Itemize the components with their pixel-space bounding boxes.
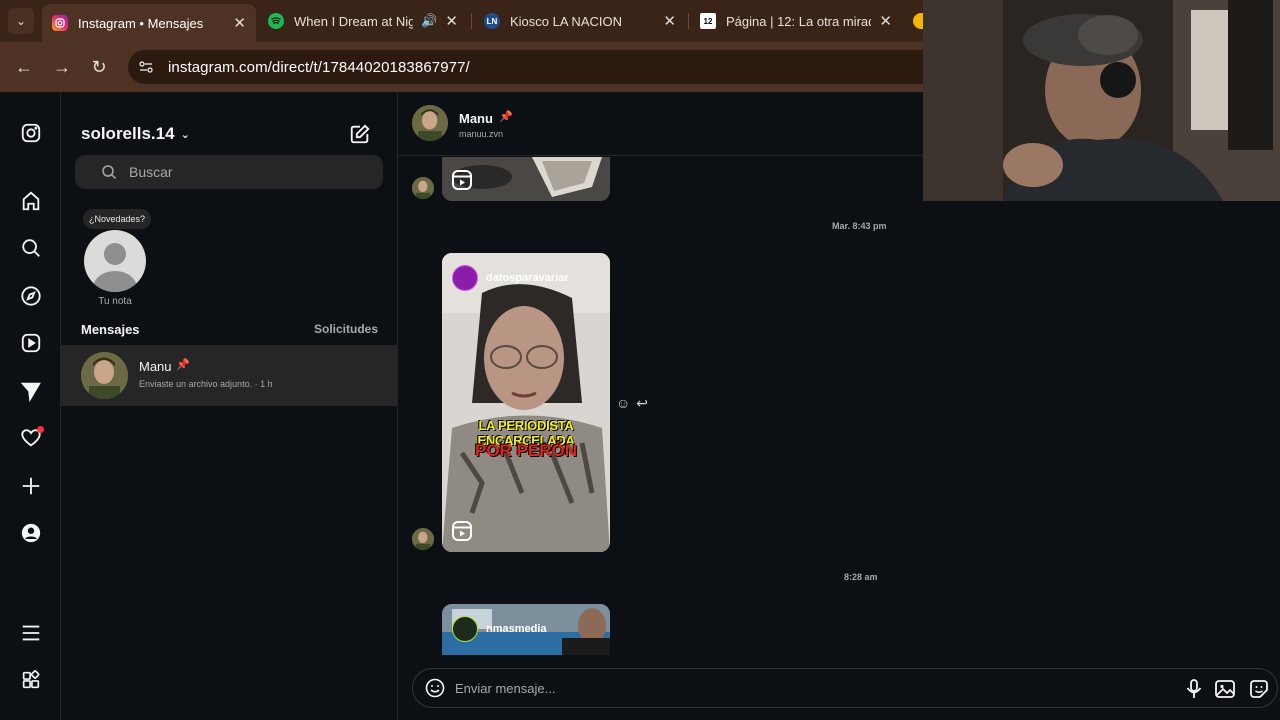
reel-account: nmasmedia [452,616,547,642]
pagina12-favicon-icon: 12 [700,13,716,29]
avatar [81,352,128,399]
reel-caption-line2: POR PERÓN [474,441,578,460]
message-timestamp: 8:28 am [844,572,878,582]
apps-grid-icon[interactable] [18,667,44,693]
microphone-icon[interactable] [1183,678,1205,700]
search-placeholder: Buscar [129,164,173,180]
conversation-item-manu[interactable]: Manu 📌 Enviaste un archivo adjunto. · 1 … [61,345,397,406]
forward-arrow-icon[interactable]: → [50,55,74,79]
close-tab-icon[interactable]: ✕ [879,12,892,30]
reel-message[interactable] [442,157,610,201]
close-tab-icon[interactable]: ✕ [663,12,676,30]
create-plus-icon[interactable] [18,473,44,499]
tab-separator [471,13,472,29]
pin-icon: 📌 [176,359,190,371]
chrome-favicon-icon[interactable] [913,13,923,29]
notifications-heart-icon[interactable] [18,425,44,451]
new-message-icon[interactable] [349,123,371,145]
tab-separator [688,13,689,29]
reload-icon[interactable]: ↻ [87,55,111,79]
your-note-avatar[interactable] [84,230,146,292]
sticker-icon[interactable] [1248,678,1270,700]
tab-title: Kiosco LA NACION [510,13,622,29]
reel-message[interactable]: nmasmedia [442,604,610,655]
close-tab-icon[interactable]: ✕ [233,14,246,32]
back-arrow-icon[interactable]: ← [12,55,36,79]
tab-pagina12[interactable]: 12 Página | 12: La otra mirad ✕ [690,6,902,36]
reel-icon [452,521,472,541]
thread-contact-handle: manuu.zvn [459,129,504,139]
message-input-placeholder: Enviar mensaje... [455,681,556,696]
message-sender-avatar[interactable] [412,528,434,550]
tab-search-button[interactable]: ⌄ [8,8,34,34]
reel-message[interactable]: datosparavariar LA PERIODISTA ENCARCELAD… [442,253,610,552]
message-timestamp: Mar. 8:43 pm [832,221,887,231]
instagram-favicon-icon [52,15,68,31]
search-input[interactable]: Buscar [75,155,383,189]
instagram-logo-icon[interactable] [18,120,44,146]
react-emoji-icon[interactable]: ☺ [616,395,630,412]
spotify-favicon-icon [268,13,284,29]
messages-section-header: Mensajes Solicitudes [81,322,378,337]
chevron-down-icon: ⌄ [180,128,190,141]
profile-avatar-icon[interactable] [18,520,44,546]
pin-icon: 📌 [499,111,513,123]
inbox-panel: solorells.14 ⌄ Buscar ¿Novedades? Tu not… [61,92,398,720]
thread-contact-name: Manu [459,111,493,126]
site-settings-icon[interactable] [138,59,154,75]
message-actions: ☺ ↩ [616,395,648,412]
tab-spotify[interactable]: When I Dream at Nig 🔊 ✕ [258,6,468,36]
search-icon[interactable] [18,235,44,261]
speaker-icon[interactable]: 🔊 [421,13,437,29]
reply-icon[interactable]: ↩ [636,395,648,412]
menu-hamburger-icon[interactable] [18,620,44,646]
nav-rail [0,92,61,720]
note-bubble[interactable]: ¿Novedades? [83,209,152,229]
search-icon [102,165,117,180]
close-tab-icon[interactable]: ✕ [445,12,458,30]
requests-link[interactable]: Solicitudes [314,322,378,337]
tab-title: Instagram • Mensajes [78,15,204,31]
tab-la-nacion[interactable]: LN Kiosco LA NACION ✕ [474,6,686,36]
emoji-icon[interactable] [425,678,445,698]
tab-title: When I Dream at Nig [294,13,414,29]
tab-title: Página | 12: La otra mirad [726,13,872,29]
messages-icon[interactable] [18,378,44,404]
account-switcher[interactable]: solorells.14 ⌄ [81,124,190,144]
reel-account-name: nmasmedia [486,623,547,635]
reel-account-avatar [452,616,478,642]
reel-account-name: datosparavariar [486,272,569,284]
tab-instagram[interactable]: Instagram • Mensajes ✕ [42,4,256,42]
ln-favicon-icon: LN [484,13,500,29]
messages-title: Mensajes [81,322,140,337]
your-note-label: Tu nota [98,296,132,307]
reel-account: datosparavariar [452,265,569,291]
image-icon[interactable] [1214,678,1236,700]
reel-icon [452,170,472,190]
reels-icon[interactable] [18,330,44,356]
explore-icon[interactable] [18,283,44,309]
reel-account-avatar [452,265,478,291]
conversation-preview: Enviaste un archivo adjunto. · 1 h [139,379,273,389]
message-composer[interactable]: Enviar mensaje... [412,668,1278,708]
conversation-name: Manu [139,359,172,374]
url-text: instagram.com/direct/t/17844020183867977… [168,58,470,76]
avatar[interactable] [412,105,448,141]
notification-dot [37,426,44,433]
webcam-overlay [923,0,1280,201]
account-username: solorells.14 [81,124,175,143]
home-icon[interactable] [18,188,44,214]
message-sender-avatar[interactable] [412,177,434,199]
